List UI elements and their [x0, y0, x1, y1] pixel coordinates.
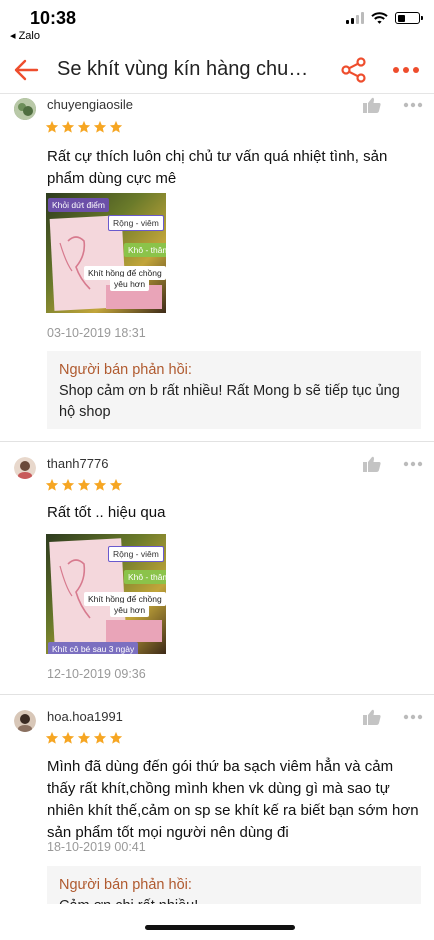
review-date: 18-10-2019 00:41 [47, 840, 146, 854]
seller-reply-title: Người bán phản hồi: [59, 362, 192, 378]
review-text: Mình đã dùng đến gói thứ ba sạch viêm hẳ… [47, 758, 419, 841]
back-arrow-icon[interactable] [12, 56, 40, 84]
star-rating [45, 731, 123, 745]
star-icon [109, 478, 123, 491]
reviewer-name[interactable]: thanh7776 [47, 456, 108, 471]
status-time: 10:38 [30, 8, 77, 28]
status-bar: 10:38 ◂ Zalo [0, 0, 434, 46]
image-tag: Khỏi dứt điểm [48, 198, 109, 212]
star-icon [93, 120, 107, 133]
star-icon [61, 478, 75, 491]
star-icon [77, 120, 91, 133]
image-tag: Khô - thâm [124, 570, 166, 584]
review-options-icon[interactable] [403, 461, 423, 467]
wifi-icon [371, 12, 388, 24]
user-avatar[interactable] [14, 98, 36, 120]
battery-icon [395, 12, 423, 24]
more-options-icon[interactable] [392, 58, 420, 82]
seller-reply: Người bán phản hồi: Shop cảm ơn b rất nh… [47, 351, 421, 429]
star-icon [61, 120, 75, 133]
star-icon [45, 478, 59, 491]
star-icon [45, 120, 59, 133]
divider [0, 441, 434, 442]
star-rating [45, 478, 123, 492]
image-tag: yêu hơn [110, 603, 150, 617]
reviewer-name[interactable]: hoa.hoa1991 [47, 709, 123, 724]
review-options-icon[interactable] [403, 714, 423, 720]
seller-reply-text: Shop cảm ơn b rất nhiều! Rất Mong b sẽ t… [59, 383, 400, 420]
like-icon[interactable] [363, 709, 381, 725]
star-icon [61, 731, 75, 744]
divider [0, 694, 434, 695]
star-icon [109, 120, 123, 133]
review-date: 03-10-2019 18:31 [47, 326, 146, 340]
review-text: Rất tốt .. hiệu qua [47, 504, 166, 521]
review-text: Rất cự thích luôn chị chủ tư vấn quá nhi… [47, 148, 388, 187]
star-icon [93, 731, 107, 744]
image-tag: yêu hơn [110, 277, 150, 291]
review-date: 12-10-2019 09:36 [47, 667, 146, 681]
star-rating [45, 120, 123, 134]
image-tag: Rộng - viêm [108, 546, 164, 562]
star-icon [109, 731, 123, 744]
signal-icon [346, 12, 364, 24]
star-icon [45, 731, 59, 744]
status-icons [346, 12, 423, 24]
image-tag: Khô - thâm [124, 243, 166, 257]
share-icon[interactable] [340, 56, 368, 84]
user-avatar[interactable] [14, 710, 36, 732]
review-photo[interactable]: Rộng - viêm Khô - thâm Khít hồng để chồn… [46, 534, 166, 654]
page-title: Se khít vùng kín hàng chu… [57, 58, 309, 80]
like-icon[interactable] [363, 97, 381, 113]
back-to-app-link[interactable]: ◂ Zalo [10, 29, 40, 42]
user-avatar[interactable] [14, 457, 36, 479]
review-photo[interactable]: Khỏi dứt điểm Rộng - viêm Khô - thâm Khí… [46, 193, 166, 313]
seller-reply-text: Cảm ơn chị rất nhiều! [59, 896, 409, 904]
star-icon [93, 478, 107, 491]
like-icon[interactable] [363, 456, 381, 472]
reviewer-name[interactable]: chuyengiaosile [47, 97, 133, 112]
review-options-icon[interactable] [403, 102, 423, 108]
star-icon [77, 478, 91, 491]
star-icon [77, 731, 91, 744]
home-indicator [145, 925, 295, 930]
image-tag: Rộng - viêm [108, 215, 164, 231]
seller-reply: Người bán phản hồi: Cảm ơn chị rất nhiều… [47, 866, 421, 904]
top-navigation-bar: Se khít vùng kín hàng chu… [0, 46, 434, 94]
image-tag: Khít cô bé sau 3 ngày [48, 642, 139, 654]
seller-reply-title: Người bán phản hồi: [59, 877, 192, 893]
